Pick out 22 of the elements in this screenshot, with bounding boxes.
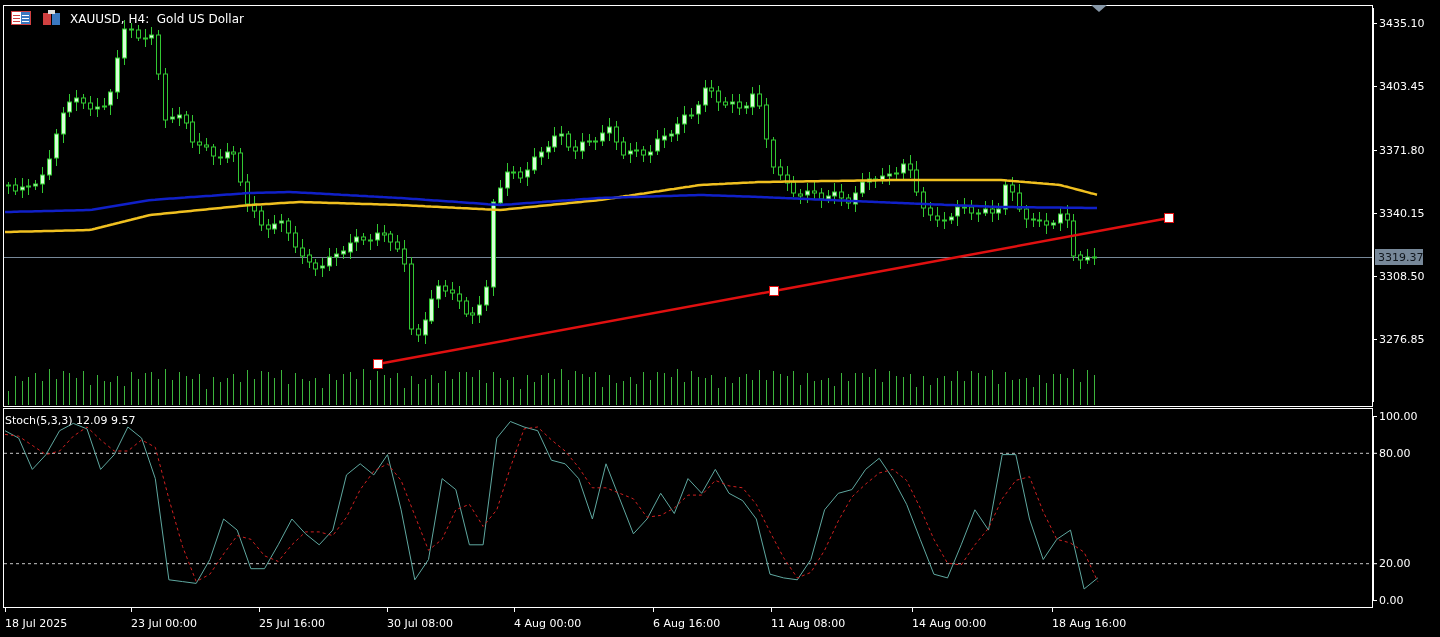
time-axis-label: 4 Aug 00:00 — [514, 617, 582, 630]
time-axis-label: 11 Aug 08:00 — [771, 617, 846, 630]
price-axis-label: 3340.15 — [1379, 207, 1425, 220]
indicator-axis-label: 20.00 — [1379, 557, 1411, 571]
indicator-axis-label: 100.00 — [1379, 410, 1418, 423]
chart-title: XAUUSD, H4: Gold US Dollar — [70, 12, 244, 26]
price-axis-label: 3403.45 — [1379, 80, 1425, 93]
price-axis-label: 3308.50 — [1379, 270, 1425, 283]
current-price-badge: 3319.37 — [1375, 249, 1424, 265]
price-axis-label: 3276.85 — [1379, 333, 1425, 346]
indicator-title: Stoch(5,3,3) 12.09 9.57 — [5, 414, 136, 427]
indicator-axis-label: 80.00 — [1379, 446, 1411, 460]
indicator-axis-label: 0.00 — [1379, 594, 1404, 607]
price-axis-label: 3435.10 — [1379, 17, 1425, 30]
time-axis-label: 25 Jul 16:00 — [259, 617, 325, 630]
time-axis-label: 30 Jul 08:00 — [387, 617, 453, 630]
time-axis-label: 18 Aug 16:00 — [1052, 617, 1127, 630]
time-axis-label: 6 Aug 16:00 — [653, 617, 721, 630]
time-axis-label: 14 Aug 00:00 — [912, 617, 987, 630]
price-axis-label: 3371.80 — [1379, 144, 1425, 157]
time-axis-label: 18 Jul 2025 — [5, 617, 68, 630]
time-axis-label: 23 Jul 00:00 — [131, 617, 197, 630]
